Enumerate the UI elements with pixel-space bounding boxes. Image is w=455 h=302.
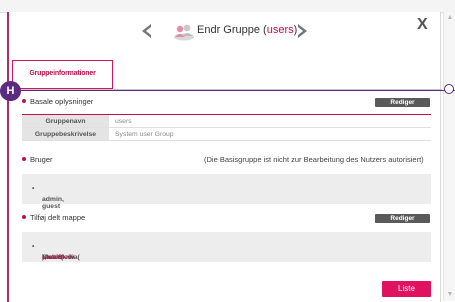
users-heading: Bruger (22, 155, 53, 164)
basic-info-heading: Basale oplysninger (22, 97, 93, 106)
shared-folders-box: • Share(Læs/Skriv), Multimedia(Læs/Skriv… (22, 232, 431, 262)
bullet-icon (22, 157, 26, 161)
group-info-table: Gruppenavn users Gruppebeskrivelse Syste… (22, 115, 431, 141)
tab-group-information[interactable]: Gruppeinformationer (12, 60, 113, 89)
edit-basic-info-button[interactable]: Rediger (375, 98, 430, 107)
title-group-name: users (266, 24, 294, 36)
group-description-label: Gruppebeskrivelse (22, 127, 109, 141)
basic-info-heading-text: Basale oplysninger (30, 97, 94, 106)
dialog-title: Endr Gruppe (users) (197, 24, 297, 36)
table-row: Gruppenavn users (22, 115, 431, 128)
annotation-line (21, 90, 455, 91)
next-group-button[interactable] (296, 22, 308, 40)
multimedia-close: ) (42, 254, 45, 261)
bullet-icon (22, 99, 26, 103)
chevron-left-icon (142, 24, 151, 38)
group-description-value: System user Group (109, 127, 431, 141)
users-heading-text: Bruger (30, 155, 53, 164)
table-row: Gruppebeskrivelse System user Group (22, 127, 431, 141)
annotation-badge: H (0, 81, 21, 101)
users-note: (Die Basisgruppe ist nicht zur Bearbeitu… (204, 155, 424, 164)
shared-folder-heading-text: Tilføj delt mappe (30, 213, 86, 222)
multimedia-permission: Læs/Skriv (42, 254, 75, 261)
scroll-up-icon[interactable]: ▲ (446, 14, 454, 22)
list-button[interactable]: Liste (382, 281, 431, 297)
users-list: • admin, guest (32, 185, 64, 210)
users-list-text: admin, guest (42, 196, 64, 210)
shared-folder-heading: Tilføj delt mappe (22, 213, 85, 222)
users-box: • admin, guest (22, 174, 431, 210)
annotation-ring (444, 84, 454, 94)
group-name-value: users (109, 115, 431, 128)
scroll-down-icon[interactable]: ▼ (446, 291, 454, 299)
scrollbar[interactable]: ▲ ▼ (443, 12, 455, 301)
bullet-icon (22, 215, 26, 219)
previous-group-button[interactable] (141, 22, 153, 40)
group-name-label: Gruppenavn (22, 115, 109, 128)
shared-folders-list: • Share(Læs/Skriv), Multimedia(Læs/Skriv… (32, 243, 80, 261)
title-prefix: Endr Gruppe ( (197, 24, 267, 36)
tab-label: Gruppeinformationer (29, 70, 96, 77)
chevron-right-icon (298, 24, 307, 38)
group-icon (174, 24, 194, 41)
close-button[interactable]: X (417, 16, 428, 34)
edit-shared-folders-button[interactable]: Rediger (375, 214, 430, 223)
